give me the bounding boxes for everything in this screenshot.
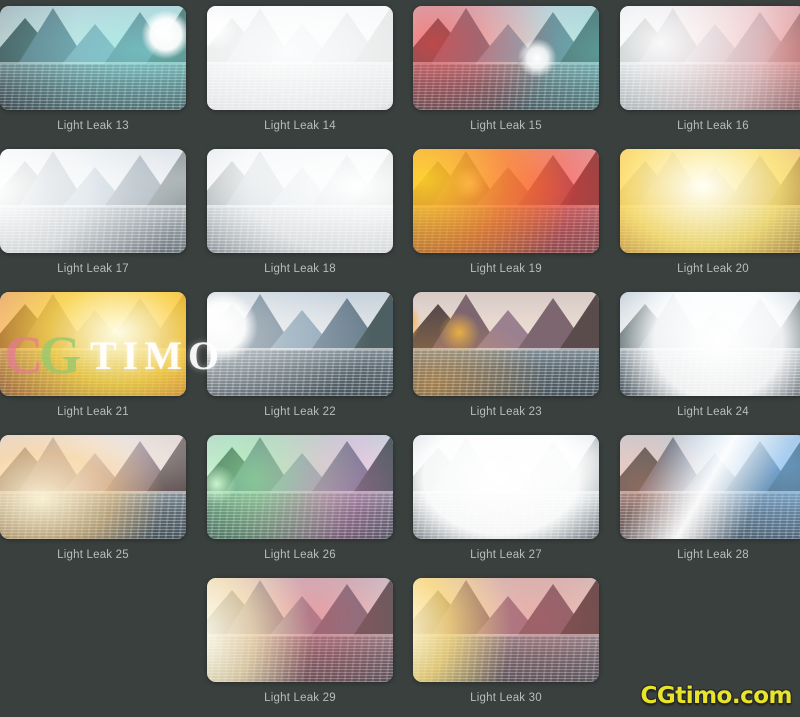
thumbnail-label: Light Leak 15	[470, 120, 542, 132]
landscape-scene	[620, 435, 800, 539]
thumbnail-card[interactable]: Light Leak 26	[207, 435, 393, 561]
thumbnail-label: Light Leak 14	[264, 120, 336, 132]
landscape-scene	[207, 435, 393, 539]
thumbnail-image[interactable]	[620, 149, 800, 253]
thumbnail-image[interactable]	[620, 6, 800, 110]
thumbnail-card[interactable]: Light Leak 30	[413, 578, 599, 704]
thumbnail-card[interactable]: Light Leak 20	[620, 149, 800, 275]
thumbnail-label: Light Leak 16	[677, 120, 749, 132]
water-layer	[413, 350, 599, 396]
landscape-scene	[413, 149, 599, 253]
thumbnail-label: Light Leak 21	[57, 406, 129, 418]
thumbnail-label: Light Leak 17	[57, 263, 129, 275]
thumbnail-image[interactable]	[413, 6, 599, 110]
landscape-scene	[413, 292, 599, 396]
water-layer	[0, 207, 186, 253]
thumbnail-card[interactable]: Light Leak 28	[620, 435, 800, 561]
thumbnail-label: Light Leak 25	[57, 549, 129, 561]
thumbnail-grid: Light Leak 13 Light Leak 14 Light Leak 15 L…	[0, 0, 800, 717]
water-layer	[207, 493, 393, 539]
thumbnail-card[interactable]: Light Leak 24	[620, 292, 800, 418]
water-layer	[620, 207, 800, 253]
thumbnail-label: Light Leak 22	[264, 406, 336, 418]
water-layer	[207, 350, 393, 396]
water-layer	[413, 64, 599, 110]
thumbnail-image[interactable]	[207, 435, 393, 539]
thumbnail-card[interactable]: Light Leak 21	[0, 292, 186, 418]
thumbnail-image[interactable]	[0, 435, 186, 539]
thumbnail-card[interactable]: Light Leak 19	[413, 149, 599, 275]
thumbnail-label: Light Leak 26	[264, 549, 336, 561]
thumbnail-label: Light Leak 29	[264, 692, 336, 704]
water-layer	[207, 207, 393, 253]
thumbnail-image[interactable]	[0, 6, 186, 110]
thumbnail-label: Light Leak 24	[677, 406, 749, 418]
landscape-scene	[207, 6, 393, 110]
water-layer	[207, 636, 393, 682]
thumbnail-image[interactable]	[413, 292, 599, 396]
thumbnail-card[interactable]: Light Leak 29	[207, 578, 393, 704]
thumbnail-image[interactable]	[620, 292, 800, 396]
water-layer	[0, 493, 186, 539]
thumbnail-label: Light Leak 23	[470, 406, 542, 418]
thumbnail-label: Light Leak 28	[677, 549, 749, 561]
landscape-scene	[207, 578, 393, 682]
thumbnail-image[interactable]	[620, 435, 800, 539]
water-layer	[413, 493, 599, 539]
landscape-scene	[207, 292, 393, 396]
thumbnail-image[interactable]	[207, 292, 393, 396]
water-layer	[207, 64, 393, 110]
water-layer	[620, 64, 800, 110]
thumbnail-card[interactable]: Light Leak 23	[413, 292, 599, 418]
landscape-scene	[0, 149, 186, 253]
landscape-scene	[0, 435, 186, 539]
landscape-scene	[413, 6, 599, 110]
thumbnail-label: Light Leak 20	[677, 263, 749, 275]
thumbnail-image[interactable]	[207, 149, 393, 253]
water-layer	[413, 636, 599, 682]
landscape-scene	[413, 578, 599, 682]
thumbnail-card[interactable]: Light Leak 18	[207, 149, 393, 275]
water-layer	[620, 350, 800, 396]
water-layer	[0, 64, 186, 110]
landscape-scene	[0, 292, 186, 396]
thumbnail-label: Light Leak 19	[470, 263, 542, 275]
thumbnail-label: Light Leak 30	[470, 692, 542, 704]
landscape-scene	[413, 435, 599, 539]
thumbnail-card[interactable]: Light Leak 13	[0, 6, 186, 132]
water-layer	[0, 350, 186, 396]
thumbnail-image[interactable]	[413, 578, 599, 682]
thumbnail-image[interactable]	[413, 149, 599, 253]
thumbnail-label: Light Leak 13	[57, 120, 129, 132]
thumbnail-image[interactable]	[413, 435, 599, 539]
thumbnail-label: Light Leak 18	[264, 263, 336, 275]
thumbnail-image[interactable]	[207, 578, 393, 682]
water-layer	[620, 493, 800, 539]
thumbnail-card[interactable]: Light Leak 17	[0, 149, 186, 275]
thumbnail-image[interactable]	[0, 149, 186, 253]
thumbnail-card[interactable]: Light Leak 22	[207, 292, 393, 418]
thumbnail-image[interactable]	[0, 292, 186, 396]
thumbnail-card[interactable]: Light Leak 27	[413, 435, 599, 561]
water-layer	[413, 207, 599, 253]
thumbnail-card[interactable]: Light Leak 16	[620, 6, 800, 132]
thumbnail-card[interactable]: Light Leak 25	[0, 435, 186, 561]
landscape-scene	[620, 292, 800, 396]
landscape-scene	[0, 6, 186, 110]
landscape-scene	[620, 6, 800, 110]
thumbnail-label: Light Leak 27	[470, 549, 542, 561]
landscape-scene	[620, 149, 800, 253]
cgtimo-corner-watermark: CGtimo.com	[640, 683, 792, 709]
thumbnail-card[interactable]: Light Leak 14	[207, 6, 393, 132]
thumbnail-card[interactable]: Light Leak 15	[413, 6, 599, 132]
thumbnail-image[interactable]	[207, 6, 393, 110]
landscape-scene	[207, 149, 393, 253]
